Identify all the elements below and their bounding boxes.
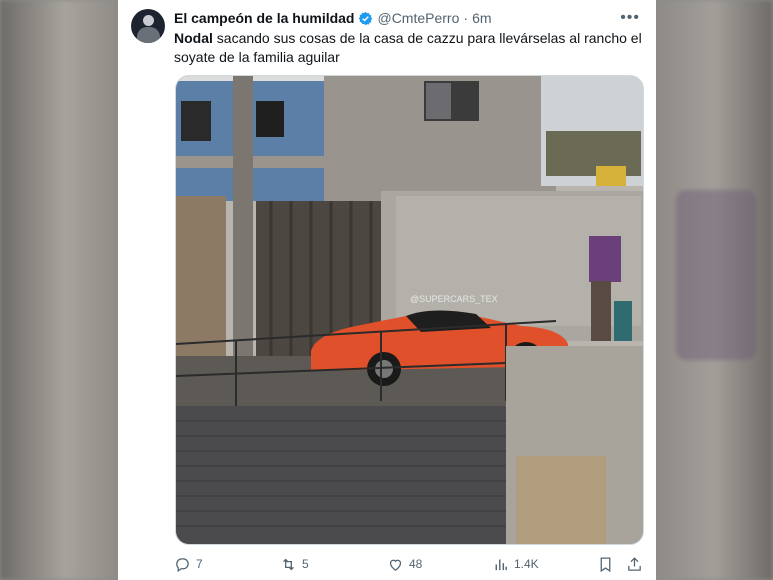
handle[interactable]: @CmtePerro bbox=[377, 10, 459, 26]
blurred-background-right bbox=[656, 0, 773, 580]
reply-icon bbox=[176, 557, 189, 572]
tweet-text-rest: sacando sus cosas de la casa de cazzu pa… bbox=[174, 30, 642, 65]
blurred-background-left bbox=[0, 0, 118, 580]
separator-dot: · bbox=[463, 10, 469, 26]
views-chart-icon bbox=[495, 559, 507, 570]
more-options-icon[interactable]: ••• bbox=[620, 9, 640, 27]
views-button[interactable]: 1.4K bbox=[492, 554, 539, 574]
tweet-media-image[interactable]: @SUPERCARS_TEX bbox=[175, 75, 644, 545]
heart-icon bbox=[389, 559, 402, 571]
street-scene-photo bbox=[176, 76, 643, 544]
tweet-card[interactable]: El campeón de la humildad @CmtePerro · 6… bbox=[118, 0, 656, 580]
repost-icon bbox=[283, 558, 294, 570]
tweet-actions: 7 5 48 1.4K bbox=[174, 554, 644, 574]
display-name[interactable]: El campeón de la humildad bbox=[174, 10, 354, 26]
like-count: 48 bbox=[409, 557, 423, 571]
share-button[interactable] bbox=[626, 554, 648, 574]
like-button[interactable]: 48 bbox=[387, 554, 422, 574]
share-icon bbox=[628, 556, 641, 571]
avatar[interactable] bbox=[131, 9, 165, 43]
reply-button[interactable]: 7 bbox=[174, 554, 203, 574]
timestamp[interactable]: 6m bbox=[472, 10, 491, 26]
tweet-text: Nodal sacando sus cosas de la casa de ca… bbox=[174, 29, 644, 67]
repost-count: 5 bbox=[302, 557, 309, 571]
reply-count: 7 bbox=[196, 557, 203, 571]
bookmark-button[interactable] bbox=[597, 554, 619, 574]
bookmark-icon bbox=[600, 556, 611, 572]
tweet-header: El campeón de la humildad @CmtePerro · 6… bbox=[174, 9, 492, 27]
repost-button[interactable]: 5 bbox=[280, 554, 309, 574]
media-watermark: @SUPERCARS_TEX bbox=[410, 294, 498, 304]
tweet-text-bold: Nodal bbox=[174, 30, 213, 46]
verified-badge-icon bbox=[359, 11, 373, 25]
views-count: 1.4K bbox=[514, 557, 539, 571]
